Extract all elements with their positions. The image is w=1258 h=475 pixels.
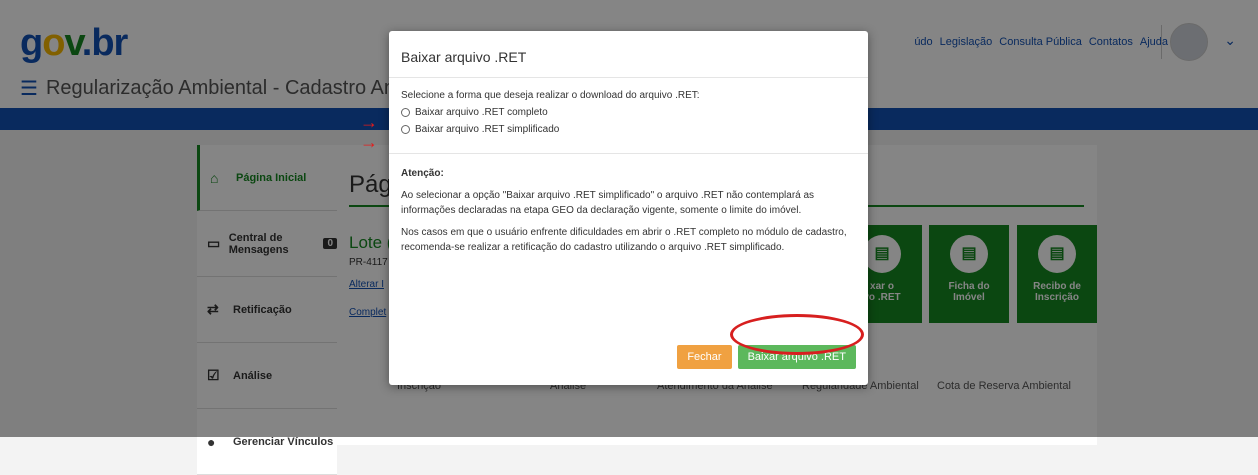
attention-paragraph-1: Ao selecionar a opção "Baixar arquivo .R…: [401, 190, 815, 216]
attention-paragraph-2: Nos casos em que o usuário enfrente difi…: [401, 227, 847, 253]
annotation-arrow-icon: →: [360, 132, 378, 152]
modal-body: Selecione a forma que deseja realizar o …: [389, 78, 868, 147]
modal-title: Baixar arquivo .RET: [389, 31, 868, 78]
annotation-highlight-circle: [730, 314, 864, 355]
sidebar-item-label: Gerenciar Vínculos: [233, 435, 334, 448]
radio-button[interactable]: [401, 108, 410, 117]
radio-button[interactable]: [401, 125, 410, 134]
attention-title: Atenção:: [401, 168, 444, 179]
option-label: Baixar arquivo .RET completo: [415, 107, 548, 118]
modal-instruction: Selecione a forma que deseja realizar o …: [401, 90, 700, 101]
option-label: Baixar arquivo .RET simplificado: [415, 124, 560, 135]
annotation-arrow-icon: →: [360, 112, 378, 132]
close-button[interactable]: Fechar: [677, 345, 732, 369]
option-ret-completo[interactable]: Baixar arquivo .RET completo: [401, 107, 856, 118]
attention-section: Atenção: Ao selecionar a opção "Baixar a…: [389, 154, 868, 255]
option-ret-simplificado[interactable]: Baixar arquivo .RET simplificado: [401, 124, 856, 135]
